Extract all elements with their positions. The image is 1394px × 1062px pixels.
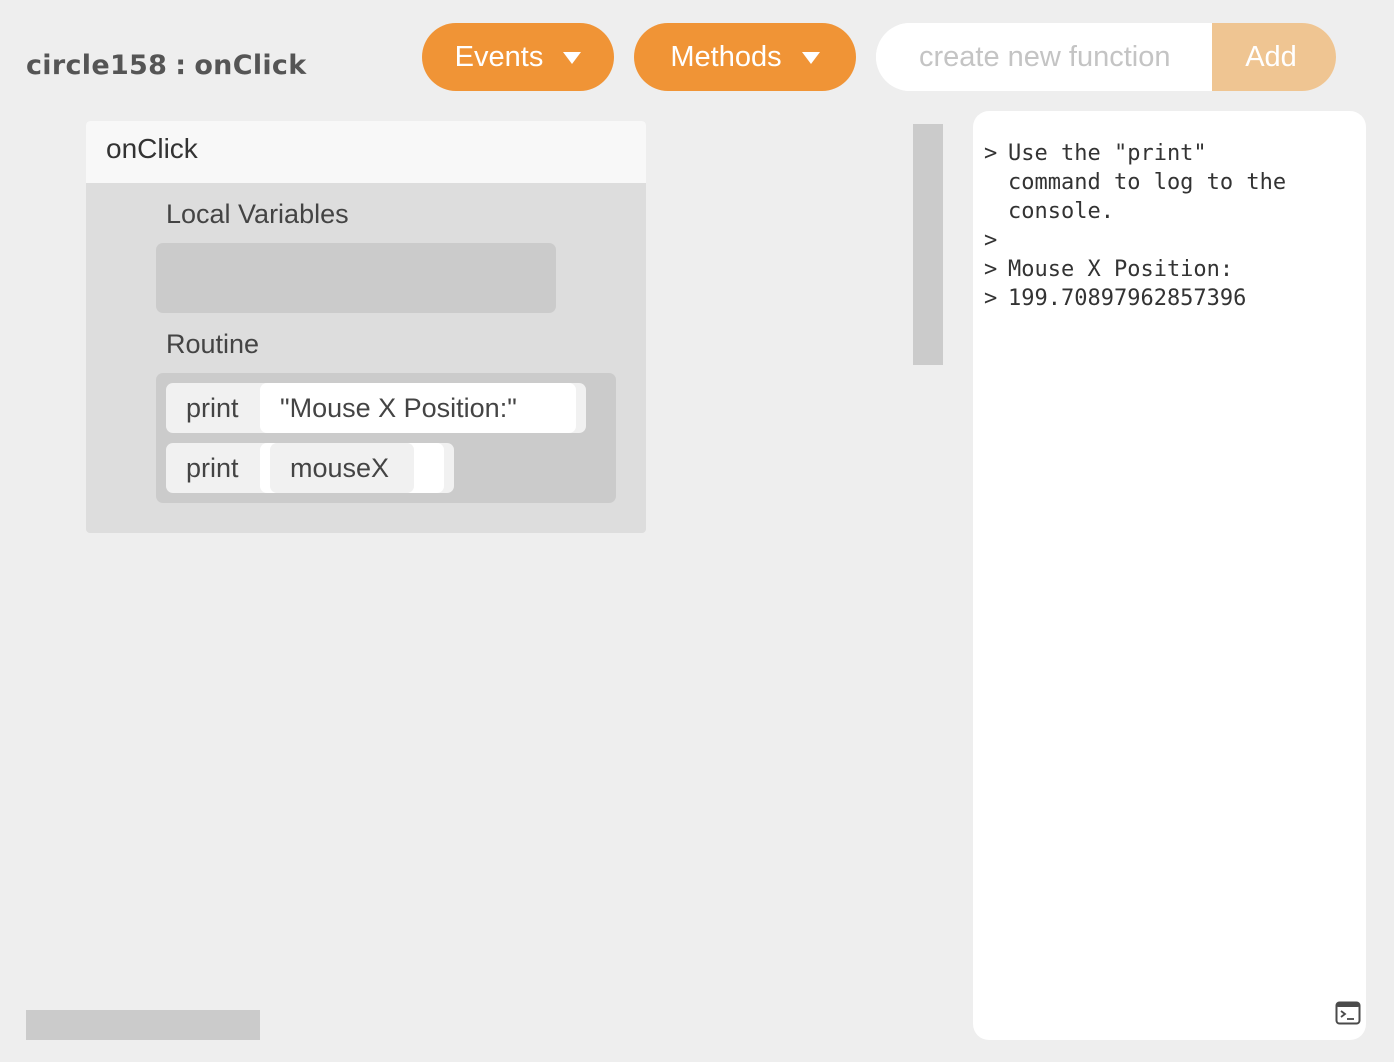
variable-pill-mousex[interactable]: mouseX — [270, 443, 414, 493]
terminal-icon[interactable] — [1335, 1000, 1361, 1026]
console-message: Use the "print" command to log to the co… — [1008, 141, 1300, 224]
caret-down-icon — [563, 52, 582, 64]
print-keyword: print — [186, 392, 239, 423]
new-function-form: Add — [876, 23, 1336, 91]
console-panel: > Use the "print" command to log to the … — [973, 111, 1366, 1040]
local-variables-dropzone[interactable] — [156, 243, 556, 313]
console-prompt: > — [984, 141, 998, 166]
events-button-label: Events — [454, 40, 544, 73]
console-line: > — [984, 226, 1366, 255]
breadcrumb-function-name: onClick — [194, 50, 307, 81]
breadcrumb-object-name: circle158 — [26, 50, 168, 81]
breadcrumb: circle158: onClick — [26, 50, 307, 81]
console-message: Mouse X Position: — [1008, 257, 1234, 282]
console-message: 199.70897962857396 — [1008, 286, 1247, 311]
vertical-scrollbar[interactable] — [913, 124, 943, 365]
console-prompt: > — [984, 228, 998, 253]
print-statement-block[interactable]: print mouseX — [166, 443, 454, 493]
methods-dropdown-button[interactable]: Methods — [634, 23, 856, 91]
add-function-button[interactable]: Add — [1212, 23, 1336, 91]
print-keyword: print — [186, 452, 239, 483]
events-dropdown-button[interactable]: Events — [422, 23, 614, 91]
new-function-input[interactable] — [876, 23, 1212, 91]
function-card-title: onClick — [86, 121, 646, 183]
caret-down-icon — [801, 52, 820, 64]
console-line: > 199.70897962857396 — [984, 284, 1366, 313]
methods-button-label: Methods — [670, 40, 782, 73]
string-literal-argument[interactable]: "Mouse X Position:" — [260, 383, 576, 433]
local-variables-heading: Local Variables — [166, 199, 349, 229]
console-line: > Mouse X Position: — [984, 255, 1366, 284]
print-statement-block[interactable]: print "Mouse X Position:" — [166, 383, 586, 433]
console-message — [1008, 226, 1298, 255]
horizontal-scrollbar[interactable] — [26, 1010, 260, 1040]
expression-argument-slot[interactable]: mouseX — [260, 443, 444, 493]
function-card: onClick Local Variables Routine print "M… — [86, 121, 646, 533]
console-prompt: > — [984, 286, 998, 311]
console-prompt: > — [984, 257, 998, 282]
routine-heading: Routine — [166, 329, 260, 359]
console-line: > Use the "print" command to log to the … — [984, 139, 1366, 226]
routine-block-list: print "Mouse X Position:" print mouseX — [156, 373, 616, 503]
breadcrumb-separator: : — [175, 50, 187, 81]
